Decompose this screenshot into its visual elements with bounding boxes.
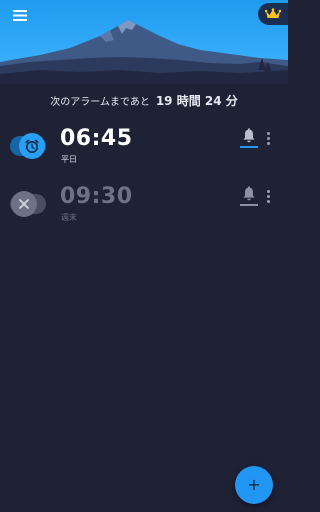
next-alarm-countdown: 次のアラームまであと 19 時間 24 分	[0, 92, 288, 114]
add-alarm-label: +	[247, 478, 260, 492]
next-alarm-label: 次のアラームまであと	[50, 97, 150, 108]
premium-button[interactable]	[258, 3, 288, 25]
alarm-more-button[interactable]	[262, 186, 274, 206]
bell-icon	[243, 128, 255, 143]
toggle-knob	[11, 191, 37, 217]
close-icon	[19, 199, 29, 209]
menu-button[interactable]	[8, 4, 32, 26]
plus-icon: +	[247, 478, 260, 492]
alarm-sound-button[interactable]	[238, 186, 260, 210]
sound-active-indicator	[240, 146, 258, 148]
alarm-time[interactable]: 06:45	[60, 126, 133, 151]
bell-icon	[243, 186, 255, 201]
alarm-toggle[interactable]	[10, 191, 46, 217]
alarm-toggle[interactable]	[10, 133, 46, 159]
hamburger-menu-icon	[13, 9, 27, 21]
alarm-item[interactable]: 09:30 週末	[0, 184, 288, 232]
alarm-more-button[interactable]	[262, 128, 274, 148]
sound-inactive-indicator	[240, 204, 258, 206]
mountain-illustration	[0, 0, 288, 92]
crown-icon	[265, 8, 281, 18]
alarm-days: 週末	[61, 213, 77, 222]
alarm-item[interactable]: 06:45 平日	[0, 126, 288, 174]
alarm-time[interactable]: 09:30	[60, 184, 133, 209]
toggle-knob	[19, 133, 45, 159]
alarm-clock-icon	[25, 139, 39, 153]
next-alarm-value: 19 時間 24 分	[155, 94, 238, 108]
alarm-days: 平日	[61, 155, 77, 164]
header-banner	[0, 0, 288, 92]
add-alarm-button[interactable]: +	[235, 466, 273, 504]
alarm-sound-button[interactable]	[238, 128, 260, 152]
